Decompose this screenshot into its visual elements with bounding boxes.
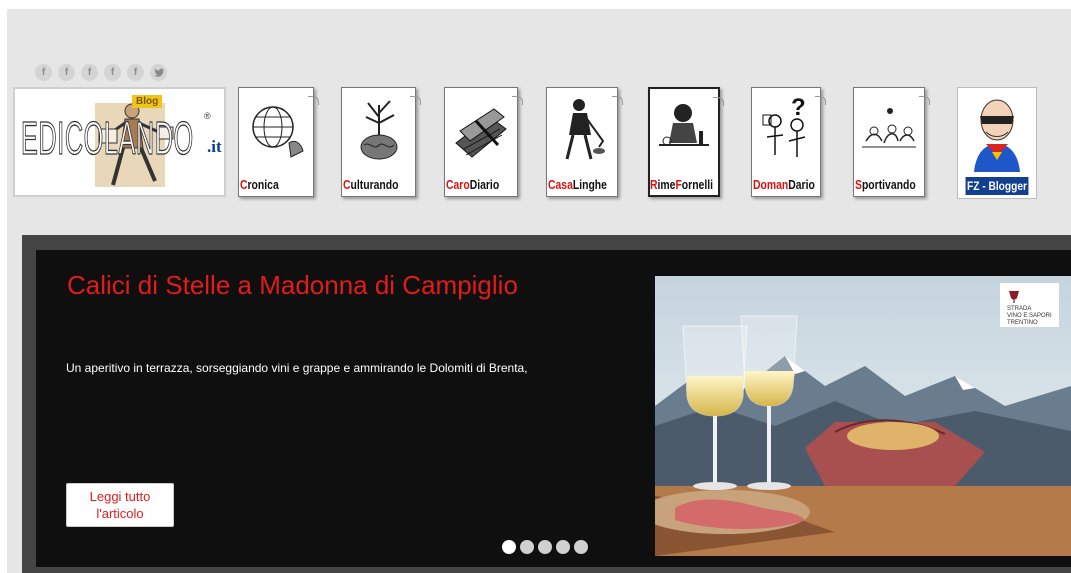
logo-blog-badge: Blog [132, 95, 163, 108]
logo-registered-mark: ® [204, 111, 211, 121]
logo-wordmark: EDICOLANDO [21, 111, 194, 164]
fz-blogger-label: FZ - Blogger [965, 177, 1029, 195]
blogger-avatar-icon [974, 99, 1020, 172]
housewife-icon [565, 99, 605, 160]
facebook-icon[interactable]: f [127, 64, 144, 81]
svg-text:?: ? [791, 95, 806, 121]
slider-dot[interactable] [574, 540, 588, 554]
facebook-icon[interactable]: f [104, 64, 121, 81]
slider-dot[interactable] [556, 540, 570, 554]
wine-glass-icon [1009, 291, 1019, 303]
globe-icon [252, 106, 304, 158]
slider-dot[interactable] [520, 540, 534, 554]
category-culturando[interactable]: Culturando [341, 87, 421, 197]
category-rimefornelli[interactable]: RimeFornelli [648, 87, 724, 197]
sport-players-icon [862, 108, 916, 148]
strada-logo-line1: Strada [1007, 306, 1032, 312]
slide-excerpt: Un aperitivo in terrazza, sorseggiando v… [66, 361, 528, 375]
logo-domain-suffix: .it [207, 137, 222, 156]
category-casalinghe[interactable]: CasaLinghe [546, 87, 623, 197]
twitter-icon[interactable] [150, 64, 167, 81]
site-logo[interactable]: EDICOLANDO Blog ® .it [13, 87, 226, 197]
strada-logo-line3: Trentino [1007, 320, 1038, 326]
facebook-icon[interactable]: f [35, 64, 52, 81]
category-domandario[interactable]: ? DomanDario [751, 87, 826, 197]
category-carodiario[interactable]: CaroDiario [444, 87, 523, 197]
brain-tree-icon [360, 100, 397, 160]
slide-title[interactable]: Calici di Stelle a Madonna di Campiglio [67, 270, 518, 301]
category-sportivando[interactable]: Sportivando [853, 87, 930, 197]
strada-logo-line2: Vino e Sapori [1007, 313, 1052, 319]
slider-dot[interactable] [502, 540, 516, 554]
category-fz-blogger[interactable]: FZ - Blogger [957, 87, 1037, 199]
question-people-icon: ? [762, 95, 806, 157]
category-cronica[interactable]: Cronica [238, 87, 319, 197]
chef-table-icon [659, 104, 709, 146]
facebook-icon[interactable]: f [58, 64, 75, 81]
facebook-icon[interactable]: f [81, 64, 98, 81]
read-more-button[interactable]: Leggi tutto l'articolo [66, 483, 174, 527]
slider-pagination [502, 540, 588, 554]
books-icon [455, 108, 507, 158]
social-links: f f f f f [35, 64, 167, 81]
slider-dot[interactable] [538, 540, 552, 554]
